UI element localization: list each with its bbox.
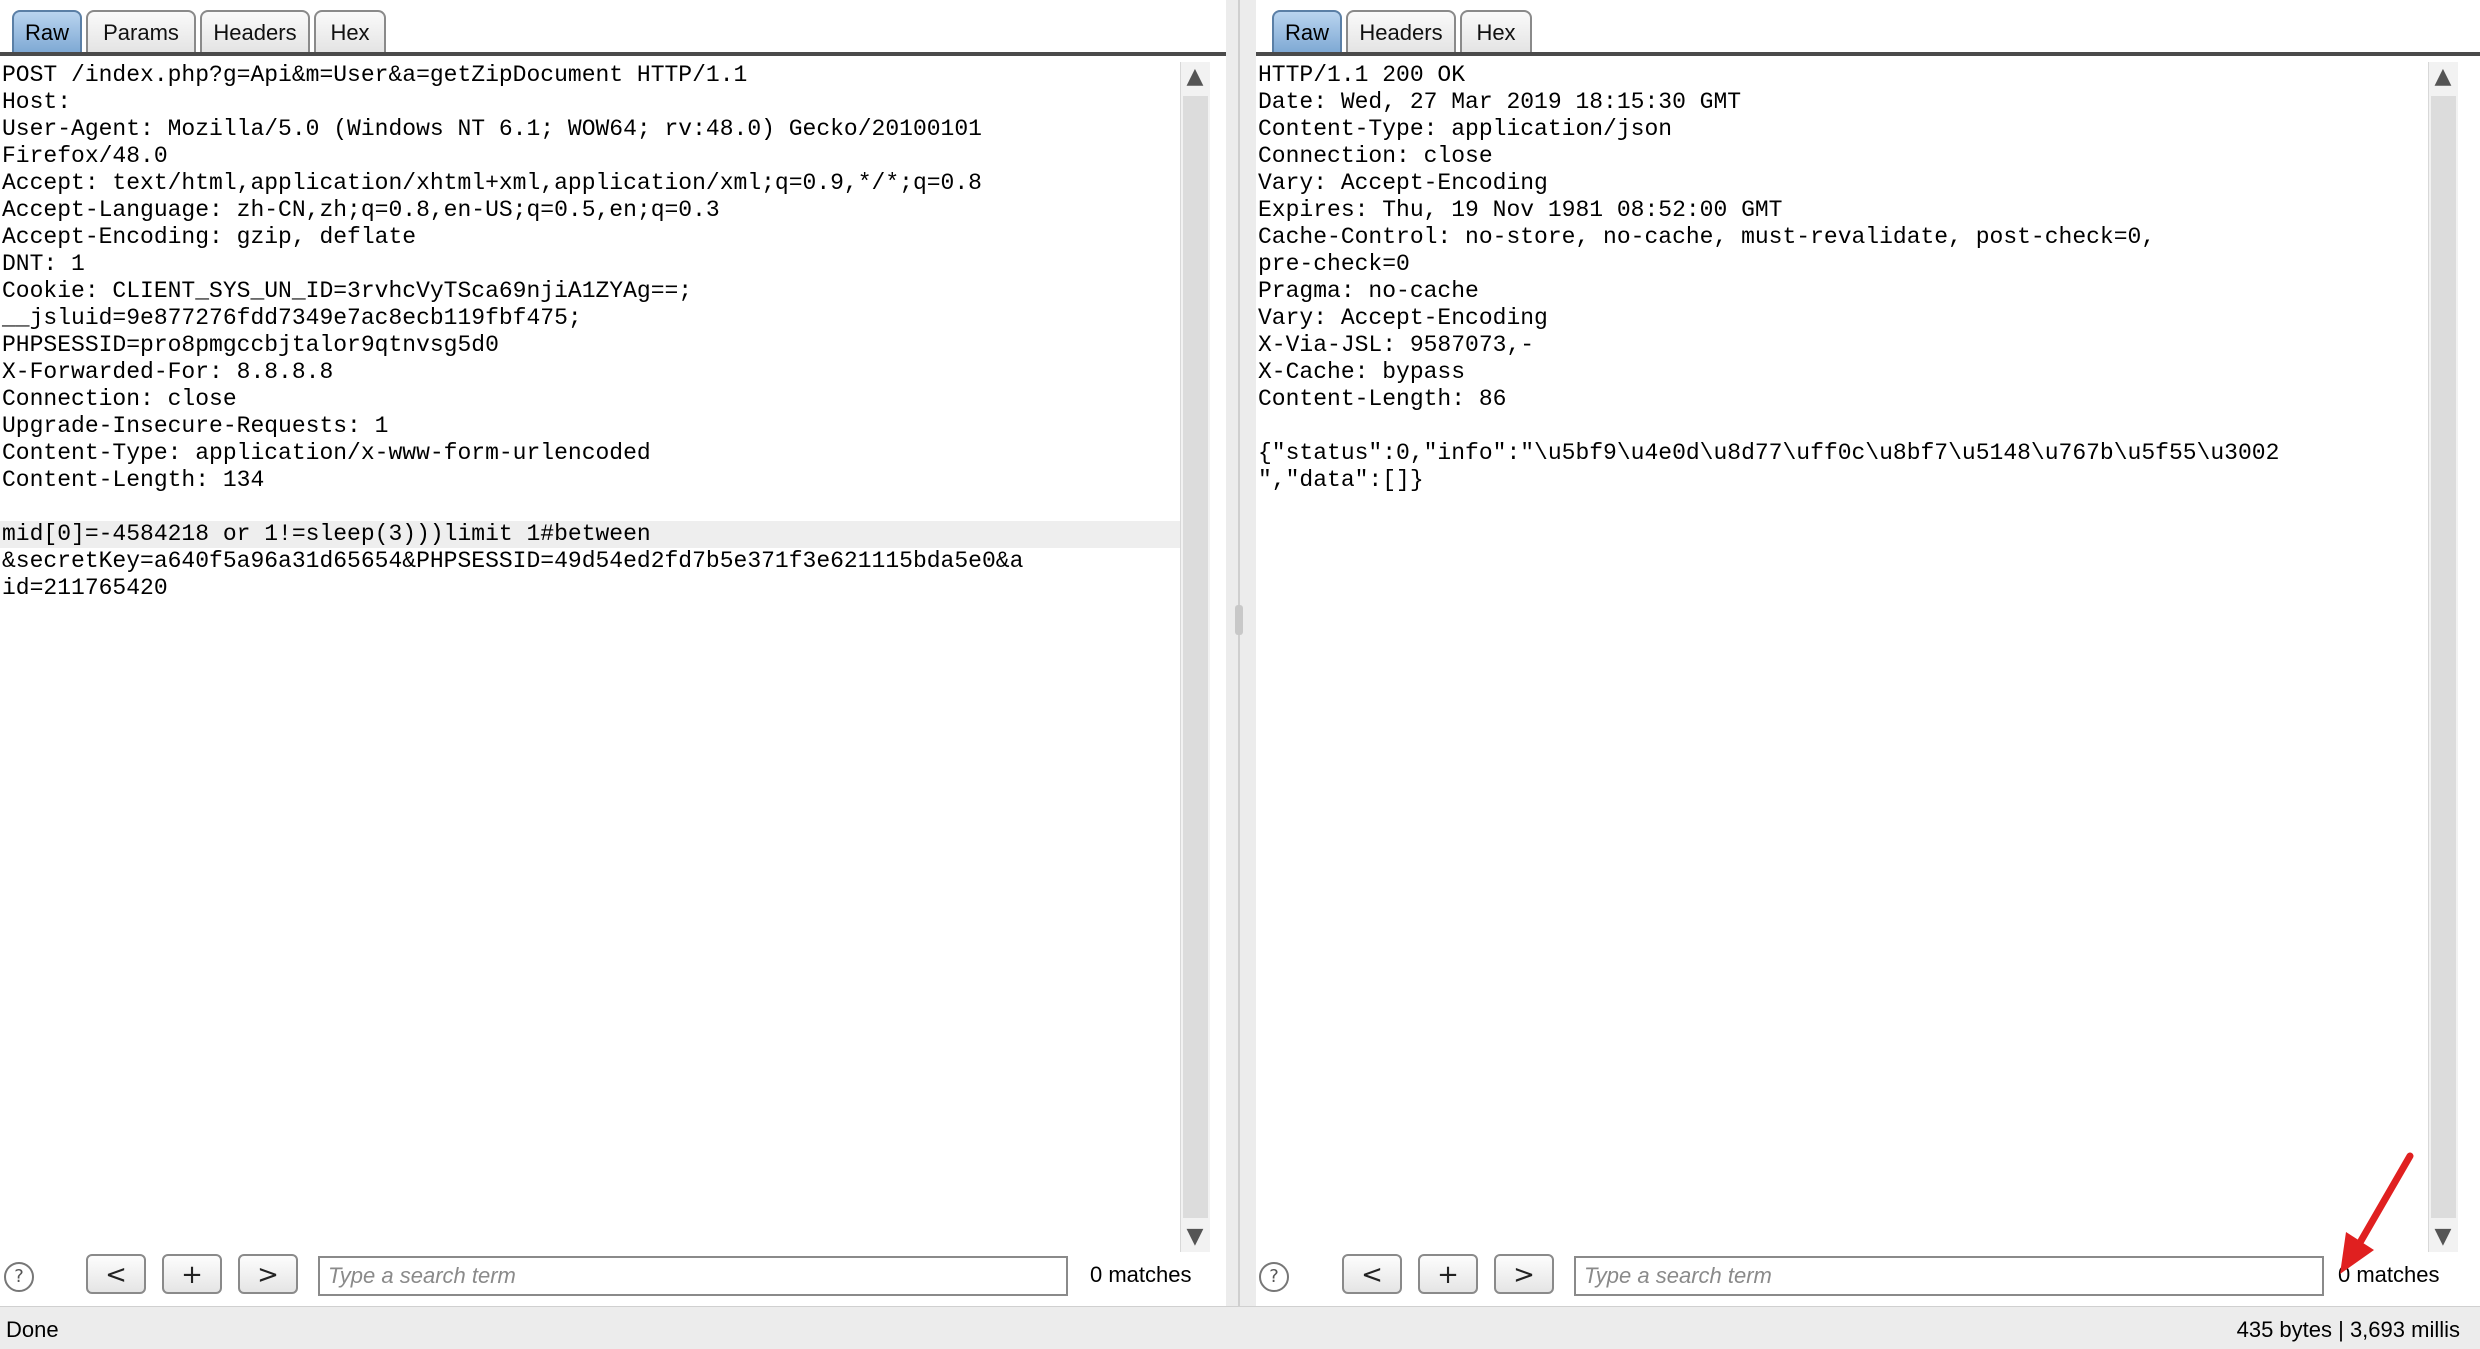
- code-line: Accept: text/html,application/xhtml+xml,…: [2, 170, 982, 196]
- scroll-down-arrow-icon[interactable]: ▼: [2429, 1222, 2457, 1252]
- code-line: X-Forwarded-For: 8.8.8.8: [2, 359, 334, 385]
- response-tabbar: Raw Headers Hex: [1256, 0, 2480, 56]
- code-line: Host:: [2, 89, 85, 115]
- help-icon[interactable]: ?: [4, 1262, 34, 1292]
- response-search-input[interactable]: [1574, 1256, 2324, 1296]
- annotation-arrow-icon: [2340, 1152, 2414, 1274]
- code-line: Cache-Control: no-store, no-cache, must-…: [1258, 224, 2156, 250]
- code-line: Pragma: no-cache: [1258, 278, 1479, 304]
- code-line: HTTP/1.1 200 OK: [1258, 62, 1466, 88]
- code-line: Content-Length: 86: [1258, 386, 1507, 412]
- code-line: __jsluid=9e877276fdd7349e7ac8ecb119fbf47…: [2, 305, 582, 331]
- response-scrollbar[interactable]: ▲ ▼: [2428, 62, 2458, 1252]
- code-line: Connection: close: [1258, 143, 1493, 169]
- search-add-button[interactable]: +: [162, 1254, 222, 1294]
- search-prev-button[interactable]: <: [1342, 1254, 1402, 1294]
- request-pane: Raw Params Headers Hex POST /index.php?g…: [0, 0, 1226, 1306]
- code-line: &secretKey=a640f5a96a31d65654&PHPSESSID=…: [2, 548, 1024, 574]
- code-line: DNT: 1: [2, 251, 85, 277]
- response-tab-raw[interactable]: Raw: [1272, 10, 1342, 52]
- help-icon[interactable]: ?: [1259, 1262, 1289, 1292]
- request-tab-params[interactable]: Params: [86, 10, 196, 52]
- search-prev-button[interactable]: <: [86, 1254, 146, 1294]
- request-scrollbar[interactable]: ▲ ▼: [1180, 62, 1210, 1252]
- response-editor[interactable]: HTTP/1.1 200 OK Date: Wed, 27 Mar 2019 18…: [1256, 62, 2428, 1247]
- scroll-down-arrow-icon[interactable]: ▼: [1181, 1222, 1209, 1252]
- code-line: Cookie: CLIENT_SYS_UN_ID=3rvhcVyTSca69nj…: [2, 278, 693, 304]
- code-line: {"status":0,"info":"\u5bf9\u4e0d\u8d77\u…: [1258, 440, 2280, 466]
- code-line: Vary: Accept-Encoding: [1258, 170, 1548, 196]
- request-search-bar: ? < + > 0 matches: [0, 1250, 1226, 1306]
- scroll-track[interactable]: [1183, 96, 1208, 1218]
- status-text: Done: [6, 1317, 59, 1342]
- scroll-up-arrow-icon[interactable]: ▲: [1181, 62, 1209, 92]
- code-line: Date: Wed, 27 Mar 2019 18:15:30 GMT: [1258, 89, 1742, 115]
- response-size-timing: 435 bytes | 3,693 millis: [2236, 1317, 2460, 1342]
- code-line: X-Via-JSL: 9587073,-: [1258, 332, 1535, 358]
- request-tab-headers[interactable]: Headers: [200, 10, 310, 52]
- response-pane: Raw Headers Hex HTTP/1.1 200 OK Date: Wed…: [1256, 0, 2480, 1306]
- code-line: User-Agent: Mozilla/5.0 (Windows NT 6.1;…: [2, 116, 982, 142]
- code-line: Content-Length: 134: [2, 467, 265, 493]
- pane-splitter[interactable]: [1226, 0, 1256, 1306]
- code-line: Content-Type: application/json: [1258, 116, 1673, 142]
- tabbar-rule: [0, 52, 1226, 56]
- request-match-count: 0 matches: [1090, 1262, 1192, 1287]
- code-line: Expires: Thu, 19 Nov 1981 08:52:00 GMT: [1258, 197, 1783, 223]
- code-line: Content-Type: application/x-www-form-url…: [2, 440, 651, 466]
- scroll-track[interactable]: [2431, 96, 2456, 1218]
- code-line: pre-check=0: [1258, 251, 1410, 277]
- search-next-button[interactable]: >: [238, 1254, 298, 1294]
- code-line: Connection: close: [2, 386, 237, 412]
- code-line: Accept-Encoding: gzip, deflate: [2, 224, 417, 250]
- code-line: Firefox/48.0: [2, 143, 168, 169]
- code-line: id=211765420: [2, 575, 168, 601]
- code-line: X-Cache: bypass: [1258, 359, 1466, 385]
- search-add-button[interactable]: +: [1418, 1254, 1478, 1294]
- request-tab-raw[interactable]: Raw: [12, 10, 82, 52]
- scroll-up-arrow-icon[interactable]: ▲: [2429, 62, 2457, 92]
- tabbar-rule: [1256, 52, 2480, 56]
- code-line: Vary: Accept-Encoding: [1258, 305, 1548, 331]
- request-editor[interactable]: POST /index.php?g=Api&m=User&a=getZipDoc…: [0, 62, 1180, 1247]
- request-tabbar: Raw Params Headers Hex: [0, 0, 1226, 56]
- request-tab-hex[interactable]: Hex: [314, 10, 386, 52]
- code-line: Upgrade-Insecure-Requests: 1: [2, 413, 389, 439]
- code-line: ","data":[]}: [1258, 467, 1424, 493]
- code-line: POST /index.php?g=Api&m=User&a=getZipDoc…: [2, 62, 748, 88]
- status-bar: Done 435 bytes | 3,693 millis: [0, 1306, 2480, 1349]
- response-tab-hex[interactable]: Hex: [1460, 10, 1532, 52]
- code-line: mid[0]=-4584218 or 1!=sleep(3)))limit 1#…: [0, 521, 1180, 548]
- splitter-grip-icon[interactable]: [1235, 605, 1243, 635]
- response-search-bar: ? < + > 0 matches: [1256, 1250, 2480, 1306]
- code-line: PHPSESSID=pro8pmgccbjtalor9qtnvsg5d0: [2, 332, 499, 358]
- code-line: Accept-Language: zh-CN,zh;q=0.8,en-US;q=…: [2, 197, 720, 223]
- response-tab-headers[interactable]: Headers: [1346, 10, 1456, 52]
- search-next-button[interactable]: >: [1494, 1254, 1554, 1294]
- request-search-input[interactable]: [318, 1256, 1068, 1296]
